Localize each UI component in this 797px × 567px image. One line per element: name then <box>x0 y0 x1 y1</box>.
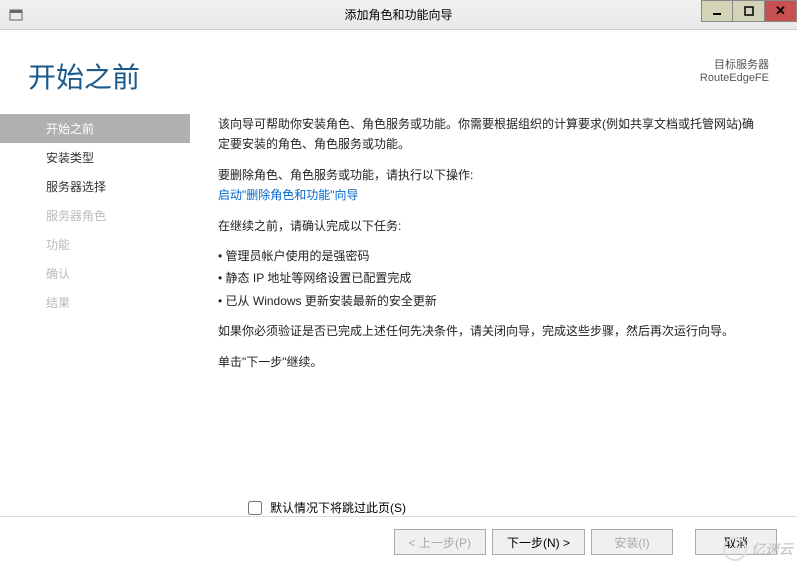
install-button: 安装(I) <box>591 529 673 555</box>
skip-row: 默认情况下将跳过此页(S) <box>0 499 797 516</box>
verify-text: 如果你必须验证是否已完成上述任何先决条件，请关闭向导，完成这些步骤，然后再次运行… <box>218 321 761 341</box>
server-info: 目标服务器 RouteEdgeFE <box>700 56 769 96</box>
sidebar-item-confirm: 确认 <box>0 259 190 288</box>
before-continue-label: 在继续之前，请确认完成以下任务: <box>218 216 761 236</box>
minimize-button[interactable] <box>701 0 733 22</box>
skip-label[interactable]: 默认情况下将跳过此页(S) <box>270 499 406 516</box>
sidebar: 开始之前 安装类型 服务器选择 服务器角色 功能 确认 结果 <box>0 110 190 491</box>
sidebar-item-server-select[interactable]: 服务器选择 <box>0 172 190 201</box>
sidebar-item-results: 结果 <box>0 288 190 317</box>
remove-wizard-link[interactable]: 启动"删除角色和功能"向导 <box>218 188 359 202</box>
server-name: RouteEdgeFE <box>700 72 769 84</box>
sidebar-item-before-begin[interactable]: 开始之前 <box>0 114 190 143</box>
sidebar-item-server-roles: 服务器角色 <box>0 201 190 230</box>
titlebar-buttons: ✕ <box>701 0 797 22</box>
previous-button: < 上一步(P) <box>394 529 486 555</box>
footer: < 上一步(P) 下一步(N) > 安装(I) 取消 <box>0 516 797 567</box>
app-icon <box>8 7 24 23</box>
server-label: 目标服务器 <box>700 56 769 72</box>
window-title: 添加角色和功能向导 <box>344 6 452 23</box>
close-button[interactable]: ✕ <box>765 0 797 22</box>
list-item: 管理员帐户使用的是强密码 <box>218 246 761 266</box>
continue-text: 单击"下一步"继续。 <box>218 352 761 372</box>
prereq-list: 管理员帐户使用的是强密码 静态 IP 地址等网络设置已配置完成 已从 Windo… <box>218 246 761 311</box>
page-title: 开始之前 <box>28 56 700 96</box>
cancel-button[interactable]: 取消 <box>695 529 777 555</box>
list-item: 静态 IP 地址等网络设置已配置完成 <box>218 268 761 288</box>
skip-checkbox[interactable] <box>248 501 262 515</box>
sidebar-item-install-type[interactable]: 安装类型 <box>0 143 190 172</box>
list-item: 已从 Windows 更新安装最新的安全更新 <box>218 291 761 311</box>
main-content: 该向导可帮助你安装角色、角色服务或功能。你需要根据组织的计算要求(例如共享文档或… <box>190 110 769 491</box>
next-button[interactable]: 下一步(N) > <box>492 529 585 555</box>
titlebar: 添加角色和功能向导 ✕ <box>0 0 797 30</box>
maximize-button[interactable] <box>733 0 765 22</box>
intro-text: 该向导可帮助你安装角色、角色服务或功能。你需要根据组织的计算要求(例如共享文档或… <box>218 114 761 155</box>
sidebar-item-features: 功能 <box>0 230 190 259</box>
remove-label: 要删除角色、角色服务或功能，请执行以下操作: <box>218 168 473 182</box>
